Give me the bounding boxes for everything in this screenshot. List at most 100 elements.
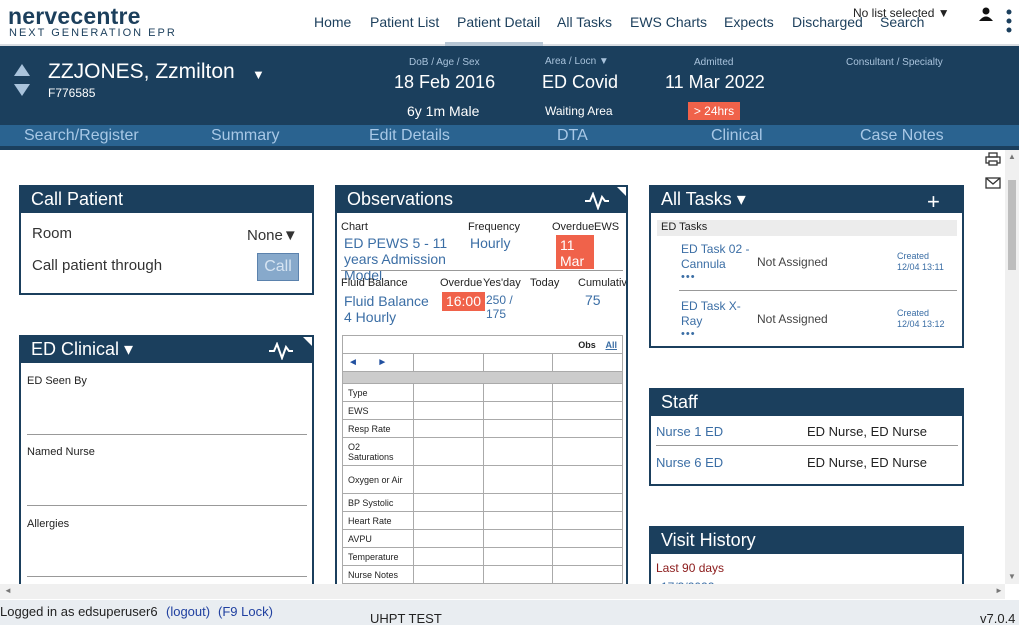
nav-all-tasks[interactable]: All Tasks bbox=[557, 14, 612, 30]
prev-next-patient-icon[interactable] bbox=[13, 62, 31, 98]
obs-cell bbox=[482, 493, 554, 512]
obs-cell bbox=[552, 529, 623, 548]
user-icon[interactable] bbox=[978, 6, 994, 22]
subnav-edit-details[interactable]: Edit Details bbox=[369, 127, 450, 145]
task-status: Not Assigned bbox=[757, 312, 828, 326]
cumulative-value: 75 bbox=[585, 292, 601, 308]
task-name[interactable]: ED Task 02 - Cannula bbox=[681, 242, 759, 272]
staff-role: ED Nurse, ED Nurse bbox=[807, 424, 927, 439]
horizontal-scrollbar[interactable] bbox=[0, 584, 1005, 599]
more-menu-icon[interactable] bbox=[1005, 8, 1013, 34]
age-sex: 6y 1m Male bbox=[407, 103, 480, 119]
nav-expects[interactable]: Expects bbox=[724, 14, 774, 30]
obs-cell bbox=[413, 437, 484, 466]
prev-arrow-icon[interactable]: ◄ bbox=[348, 357, 358, 368]
obs-cell bbox=[552, 383, 623, 402]
patient-subnav: Search/Register Summary Edit Details DTA… bbox=[0, 125, 1019, 146]
lock-link[interactable]: (F9 Lock) bbox=[218, 604, 273, 619]
yesday-value: 250 / 175 bbox=[486, 293, 513, 321]
chevron-down-icon[interactable]: ▼ bbox=[252, 67, 265, 82]
obs-cell bbox=[413, 529, 484, 548]
footer: Logged in as edsuperuser6 (logout) (F9 L… bbox=[0, 600, 1019, 626]
divider bbox=[27, 505, 307, 506]
nav-search[interactable]: Search bbox=[880, 14, 924, 30]
email-icon[interactable] bbox=[985, 177, 1001, 189]
panel-corner-icon[interactable] bbox=[303, 337, 312, 346]
fluid-balance-link[interactable]: Fluid Balance 4 Hourly bbox=[344, 293, 439, 325]
cumulative-label: Cumulative bbox=[578, 277, 628, 289]
obs-row-label: AVPU bbox=[342, 529, 414, 548]
yesday-label: Yes'day bbox=[483, 277, 521, 289]
obs-row-label: Heart Rate bbox=[342, 511, 414, 530]
call-patient-title: Call Patient bbox=[21, 187, 312, 213]
subnav-summary[interactable]: Summary bbox=[211, 127, 279, 145]
call-through-label: Call patient through bbox=[32, 257, 163, 274]
obs-cell bbox=[413, 353, 484, 372]
scroll-right-icon[interactable]: ► bbox=[995, 586, 1003, 595]
obs-all-link[interactable]: All bbox=[605, 340, 617, 350]
scroll-up-icon[interactable]: ▲ bbox=[1008, 152, 1016, 161]
chart-link[interactable]: ED PEWS 5 - 11 years Admission Model bbox=[344, 235, 464, 283]
fluid-overdue-badge: 16:00 bbox=[442, 292, 485, 311]
patient-banner: ZZJONES, Zzmilton ▼ F776585 DoB / Age / … bbox=[0, 46, 1019, 125]
task-more-icon[interactable]: ••• bbox=[681, 328, 696, 340]
add-task-button[interactable]: + bbox=[927, 189, 940, 215]
print-icon[interactable] bbox=[985, 152, 1001, 166]
ed-clinical-panel: ED Clinical ▾ ED Seen By Named Nurse All… bbox=[19, 335, 314, 595]
obs-cell bbox=[552, 565, 623, 584]
subnav-search-register[interactable]: Search/Register bbox=[24, 127, 139, 145]
logo-sub: NEXT GENERATION EPR bbox=[9, 27, 177, 39]
panel-corner-icon[interactable] bbox=[617, 187, 626, 196]
divider bbox=[27, 576, 307, 577]
obs-cell bbox=[413, 465, 484, 494]
chart-trend-icon[interactable] bbox=[584, 192, 610, 210]
admitted-duration-badge: > 24hrs bbox=[688, 102, 740, 120]
divider bbox=[656, 445, 958, 446]
scroll-left-icon[interactable]: ◄ bbox=[4, 586, 12, 595]
all-tasks-title[interactable]: All Tasks ▾ bbox=[651, 187, 962, 213]
obs-cell bbox=[413, 401, 484, 420]
table-row: Resp Rate bbox=[342, 419, 623, 438]
obs-row-label: Temperature bbox=[342, 547, 414, 566]
call-button[interactable]: Call bbox=[257, 253, 299, 281]
task-more-icon[interactable]: ••• bbox=[681, 271, 696, 283]
scroll-down-icon[interactable]: ▼ bbox=[1008, 572, 1016, 581]
subnav-dta[interactable]: DTA bbox=[557, 127, 588, 145]
dob-label: DoB / Age / Sex bbox=[409, 57, 480, 68]
staff-name[interactable]: Nurse 1 ED bbox=[656, 424, 723, 439]
table-row: EWS bbox=[342, 401, 623, 420]
nav-patient-detail[interactable]: Patient Detail bbox=[457, 14, 540, 30]
obs-overdue-badge: 11 Mar bbox=[556, 235, 594, 269]
logout-link[interactable]: (logout) bbox=[166, 604, 210, 619]
nav-home[interactable]: Home bbox=[314, 14, 351, 30]
visit-history-title: Visit History bbox=[651, 528, 962, 554]
call-patient-panel: Call Patient Room None▼ Call patient thr… bbox=[19, 185, 314, 295]
next-arrow-icon[interactable]: ► bbox=[377, 357, 387, 368]
nav-ews-charts[interactable]: EWS Charts bbox=[630, 14, 707, 30]
obs-cell bbox=[413, 383, 484, 402]
tasks-section-header: ED Tasks bbox=[657, 220, 957, 236]
obs-pager: ◄ ► bbox=[342, 353, 414, 372]
obs-cell bbox=[552, 437, 623, 466]
top-bar: nervecentre NEXT GENERATION EPR Home Pat… bbox=[0, 0, 1019, 46]
area-label[interactable]: Area / Locn ▼ bbox=[545, 56, 609, 67]
patient-name[interactable]: ZZJONES, Zzmilton bbox=[48, 60, 235, 84]
obs-cell bbox=[413, 565, 484, 584]
obs-cell bbox=[482, 511, 554, 530]
fluid-balance-label: Fluid Balance bbox=[341, 277, 408, 289]
obs-row-label: Type bbox=[342, 383, 414, 402]
staff-role: ED Nurse, ED Nurse bbox=[807, 455, 927, 470]
obs-row-label: O2 Saturations bbox=[342, 437, 414, 466]
room-select[interactable]: None▼ bbox=[247, 227, 298, 244]
vertical-scroll-thumb[interactable] bbox=[1008, 180, 1016, 270]
obs-cell bbox=[482, 529, 554, 548]
obs-row-label: EWS bbox=[342, 401, 414, 420]
obs-cell bbox=[482, 547, 554, 566]
staff-name[interactable]: Nurse 6 ED bbox=[656, 455, 723, 470]
nav-patient-list[interactable]: Patient List bbox=[370, 14, 439, 30]
chart-trend-icon[interactable] bbox=[268, 342, 294, 360]
subnav-clinical[interactable]: Clinical bbox=[711, 127, 763, 145]
subnav-case-notes[interactable]: Case Notes bbox=[860, 127, 944, 145]
task-name[interactable]: ED Task X-Ray bbox=[681, 299, 759, 329]
logo-main: nervecentre bbox=[8, 3, 141, 29]
